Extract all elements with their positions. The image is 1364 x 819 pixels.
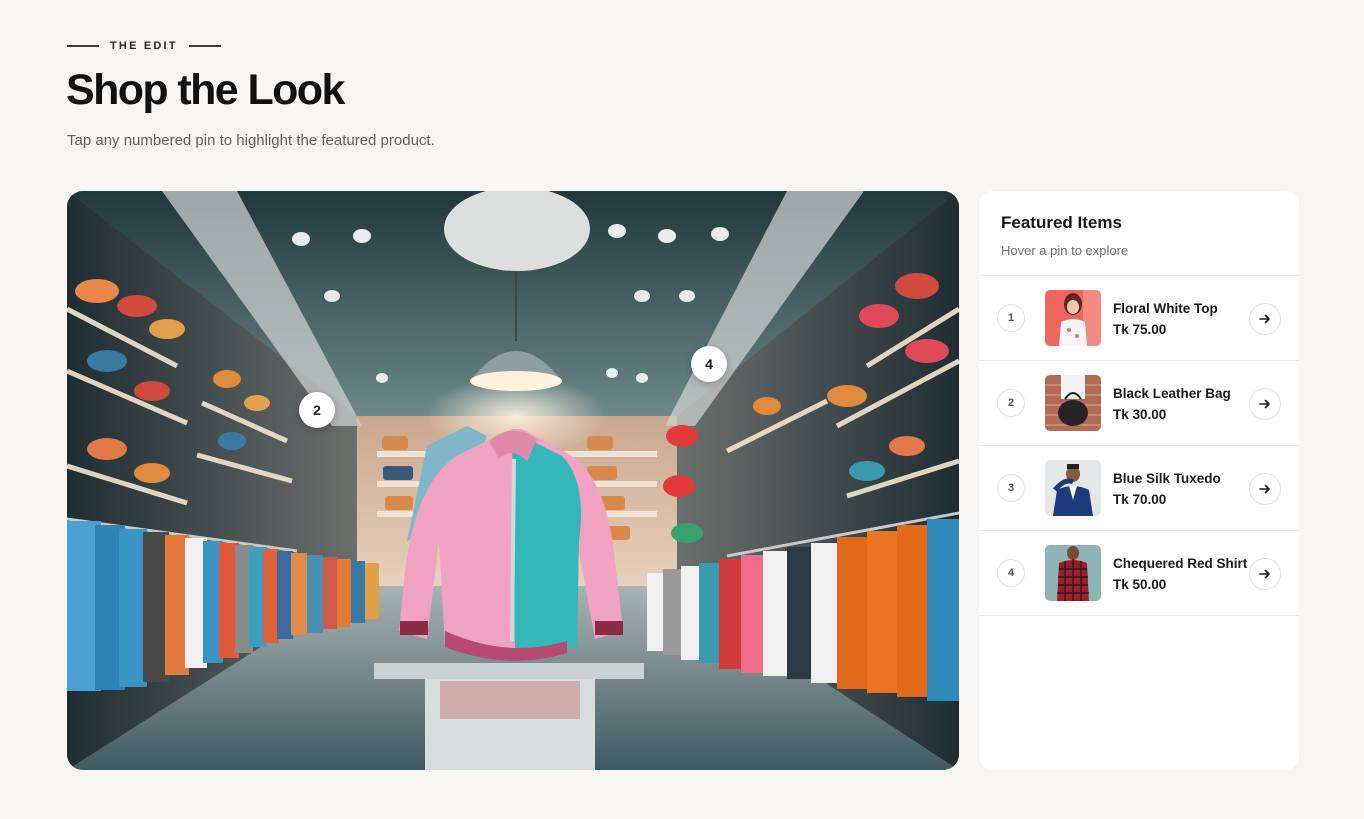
floral-top-thumbnail (1045, 290, 1101, 346)
item-price: Tk 30.00 (1113, 407, 1167, 422)
featured-items-panel: Featured Items Hover a pin to explore 1 … (979, 191, 1299, 770)
item-number-badge: 3 (997, 474, 1025, 502)
store-scene-image: 2 4 (67, 191, 959, 770)
product-item-4[interactable]: 4 Chequered Red Shirt Tk 50.00 (979, 531, 1299, 616)
arrow-right-icon (1259, 569, 1270, 579)
page-title: Shop the Look (66, 66, 345, 114)
hotspot-pin-2[interactable]: 2 (299, 392, 335, 428)
eyebrow-rule-right (188, 45, 221, 47)
arrow-right-icon (1259, 314, 1270, 324)
product-item-1[interactable]: 1 Floral White Top Tk 75.00 (979, 276, 1299, 361)
panel-subtitle: Hover a pin to explore (1001, 243, 1129, 258)
arrow-right-icon (1259, 399, 1270, 409)
leather-bag-thumbnail (1045, 375, 1101, 431)
panel-title: Featured Items (1001, 213, 1122, 232)
hotspot-pin-label: 2 (313, 402, 321, 418)
item-name: Floral White Top (1113, 301, 1218, 316)
page-subtitle: Tap any numbered pin to highlight the fe… (67, 132, 435, 149)
item-number-badge: 1 (997, 304, 1025, 332)
eyebrow: THE EDIT (67, 40, 221, 52)
arrow-right-icon (1259, 484, 1270, 494)
item-info: Floral White Top Tk 75.00 (1113, 301, 1218, 337)
item-name: Blue Silk Tuxedo (1113, 471, 1221, 486)
product-item-2[interactable]: 2 Black Leather Bag Tk 30.00 (979, 361, 1299, 446)
item-price: Tk 50.00 (1113, 577, 1167, 592)
panel-header: Featured Items Hover a pin to explore (979, 191, 1299, 276)
tuxedo-thumbnail (1045, 460, 1101, 516)
hotspot-pin-4[interactable]: 4 (691, 346, 727, 382)
item-info: Blue Silk Tuxedo Tk 70.00 (1113, 471, 1221, 507)
eyebrow-rule-left (67, 45, 99, 47)
view-item-button[interactable] (1249, 388, 1281, 420)
item-number-badge: 4 (997, 559, 1025, 587)
item-name: Black Leather Bag (1113, 386, 1231, 401)
item-number-badge: 2 (997, 389, 1025, 417)
store-scene-illustration (67, 191, 959, 770)
item-price: Tk 75.00 (1113, 322, 1167, 337)
item-price: Tk 70.00 (1113, 492, 1167, 507)
view-item-button[interactable] (1249, 303, 1281, 335)
hotspot-pin-label: 4 (705, 356, 713, 372)
view-item-button[interactable] (1249, 558, 1281, 590)
checked-shirt-thumbnail (1045, 545, 1101, 601)
item-info: Black Leather Bag Tk 30.00 (1113, 386, 1231, 422)
product-item-3[interactable]: 3 Blue Silk Tuxedo Tk 70.00 (979, 446, 1299, 531)
item-name: Chequered Red Shirt (1113, 556, 1248, 571)
item-info: Chequered Red Shirt Tk 50.00 (1113, 556, 1247, 592)
view-item-button[interactable] (1249, 473, 1281, 505)
eyebrow-label: THE EDIT (110, 40, 178, 52)
